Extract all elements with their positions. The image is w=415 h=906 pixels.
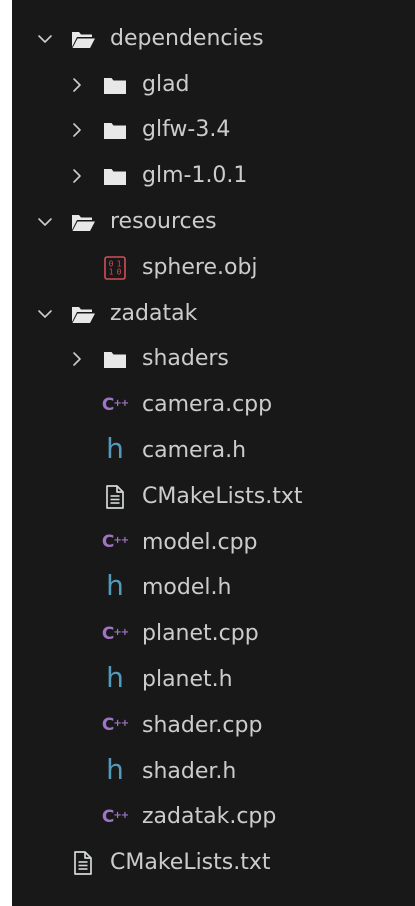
tree-folder-resources[interactable]: resources xyxy=(12,199,415,245)
tree-folder-dependencies[interactable]: dependencies xyxy=(12,16,415,62)
tree-file-shader-cpp[interactable]: C++ shader.cpp xyxy=(12,703,415,749)
chevron-right-icon[interactable] xyxy=(66,348,88,370)
tree-file-planet-h[interactable]: h planet.h xyxy=(12,657,415,703)
folder-open-icon xyxy=(70,301,96,327)
header-file-icon: h xyxy=(106,569,124,603)
file-explorer: dependencies glad glfw-3.4 glm-1.0.1 resourc… xyxy=(12,0,415,906)
tree-item-label: camera.cpp xyxy=(142,392,273,418)
tree-item-label: glad xyxy=(142,71,190,97)
text-file-icon xyxy=(70,850,96,876)
folder-icon xyxy=(102,117,128,143)
chevron-down-icon[interactable] xyxy=(34,28,56,50)
tree-file-planet-cpp[interactable]: C++ planet.cpp xyxy=(12,611,415,657)
tree-item-label: shader.h xyxy=(142,758,237,784)
tree-file-shader-h[interactable]: h shader.h xyxy=(12,749,415,795)
cpp-file-icon: C++ xyxy=(101,394,129,415)
tree-file-cmakelists-txt[interactable]: CMakeLists.txt xyxy=(12,474,415,520)
header-file-icon: h xyxy=(106,432,124,466)
tree-item-label: sphere.obj xyxy=(142,254,258,280)
file-tree: dependencies glad glfw-3.4 glm-1.0.1 resourc… xyxy=(12,16,415,886)
tree-item-label: planet.h xyxy=(142,667,233,693)
tree-item-label: planet.cpp xyxy=(142,621,259,647)
tree-file-camera-cpp[interactable]: C++ camera.cpp xyxy=(12,382,415,428)
tree-folder-glfw-3-4[interactable]: glfw-3.4 xyxy=(12,108,415,154)
tree-item-label: model.h xyxy=(142,575,232,601)
tree-item-label: CMakeLists.txt xyxy=(142,483,303,509)
chevron-right-icon[interactable] xyxy=(66,74,88,96)
tree-item-label: zadatak.cpp xyxy=(142,804,277,830)
binary-file-icon: 0110 xyxy=(102,255,128,281)
tree-item-label: model.cpp xyxy=(142,529,258,555)
tree-file-zadatak-cpp[interactable]: C++ zadatak.cpp xyxy=(12,795,415,841)
svg-text:1: 1 xyxy=(109,267,114,276)
cpp-file-icon: C++ xyxy=(101,806,129,827)
chevron-right-icon[interactable] xyxy=(66,119,88,141)
tree-file-cmakelists-txt[interactable]: CMakeLists.txt xyxy=(12,840,415,886)
cpp-file-icon: C++ xyxy=(101,532,129,553)
tree-item-label: resources xyxy=(110,209,217,235)
tree-file-camera-h[interactable]: h camera.h xyxy=(12,428,415,474)
tree-item-label: CMakeLists.txt xyxy=(110,850,271,876)
folder-icon xyxy=(102,72,128,98)
tree-item-label: shaders xyxy=(142,346,229,372)
folder-icon xyxy=(102,346,128,372)
tree-item-label: dependencies xyxy=(110,25,264,51)
tree-item-label: camera.h xyxy=(142,438,247,464)
tree-folder-glm-1-0-1[interactable]: glm-1.0.1 xyxy=(12,153,415,199)
folder-open-icon xyxy=(70,26,96,52)
chevron-down-icon[interactable] xyxy=(34,211,56,233)
folder-open-icon xyxy=(70,209,96,235)
svg-text:0: 0 xyxy=(117,267,122,276)
tree-file-model-cpp[interactable]: C++ model.cpp xyxy=(12,520,415,566)
header-file-icon: h xyxy=(106,661,124,695)
tree-folder-glad[interactable]: glad xyxy=(12,62,415,108)
header-file-icon: h xyxy=(106,752,124,786)
text-file-icon xyxy=(102,484,128,510)
folder-icon xyxy=(102,163,128,189)
chevron-down-icon[interactable] xyxy=(34,303,56,325)
tree-file-sphere-obj[interactable]: 0 1 1 0 sphere.obj xyxy=(12,245,415,291)
tree-item-label: zadatak xyxy=(110,300,198,326)
tree-file-model-h[interactable]: h model.h xyxy=(12,566,415,612)
chevron-right-icon[interactable] xyxy=(66,165,88,187)
cpp-file-icon: C++ xyxy=(101,623,129,644)
tree-folder-zadatak[interactable]: zadatak xyxy=(12,291,415,337)
tree-folder-shaders[interactable]: shaders xyxy=(12,337,415,383)
cpp-file-icon: C++ xyxy=(101,715,129,736)
tree-item-label: glm-1.0.1 xyxy=(142,163,248,189)
tree-item-label: glfw-3.4 xyxy=(142,117,231,143)
tree-item-label: shader.cpp xyxy=(142,712,263,738)
